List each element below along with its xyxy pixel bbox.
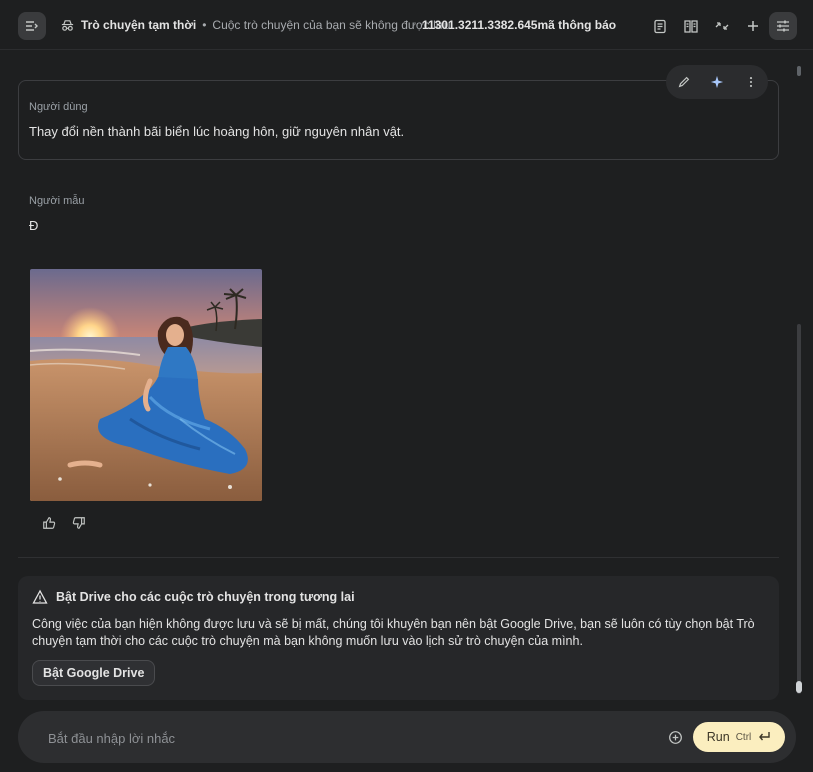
scrollbar-top[interactable] bbox=[797, 66, 801, 76]
sparkle-icon[interactable] bbox=[707, 72, 727, 92]
title-group: Trò chuyện tạm thời • Cuộc trò chuyện củ… bbox=[60, 0, 451, 50]
add-circle-icon[interactable] bbox=[665, 727, 685, 747]
scrollbar-handle[interactable] bbox=[796, 681, 802, 693]
divider bbox=[18, 557, 779, 558]
edit-icon[interactable] bbox=[674, 72, 694, 92]
model-message-text: Đ bbox=[29, 218, 39, 233]
run-button[interactable]: Run Ctrl bbox=[693, 722, 785, 752]
enable-drive-button[interactable]: Bật Google Drive bbox=[32, 660, 156, 686]
title-separator: • bbox=[202, 18, 207, 32]
user-role-label: Người dùng bbox=[29, 101, 88, 113]
token-count: 11301.3211.3382.645mã thông báo bbox=[422, 18, 617, 32]
top-bar: Trò chuyện tạm thời • Cuộc trò chuyện củ… bbox=[0, 0, 813, 50]
book-icon[interactable] bbox=[677, 12, 705, 40]
user-message-card: Người dùng Thay đổi nền thành bãi biển l… bbox=[18, 80, 779, 160]
plus-icon[interactable] bbox=[739, 12, 767, 40]
incognito-icon bbox=[60, 18, 75, 33]
menu-collapse-icon[interactable] bbox=[18, 12, 46, 40]
enter-icon bbox=[757, 731, 771, 743]
clipboard-icon[interactable] bbox=[646, 12, 674, 40]
drive-notice-body: Công việc của bạn hiện không được lưu và… bbox=[32, 617, 755, 648]
thumb-up-icon[interactable] bbox=[40, 514, 58, 532]
generated-image[interactable] bbox=[30, 269, 262, 501]
thumb-down-icon[interactable] bbox=[70, 514, 88, 532]
prompt-bar: Run Ctrl bbox=[18, 711, 796, 765]
page-subtitle: Cuộc trò chuyện của bạn sẽ không được lư… bbox=[212, 18, 451, 32]
drive-notice: Bật Drive cho các cuộc trò chuyện trong … bbox=[18, 576, 779, 700]
prompt-input[interactable] bbox=[46, 711, 610, 765]
model-role-label: Người mẫu bbox=[29, 195, 85, 207]
drive-notice-title: Bật Drive cho các cuộc trò chuyện trong … bbox=[56, 590, 355, 604]
message-toolbar bbox=[666, 65, 768, 99]
warning-icon bbox=[32, 589, 48, 605]
user-message-text: Thay đổi nền thành bãi biển lúc hoàng hô… bbox=[29, 124, 405, 139]
scrollbar-thumb[interactable] bbox=[797, 324, 801, 694]
run-shortcut: Ctrl bbox=[735, 731, 752, 743]
page-title: Trò chuyện tạm thời bbox=[81, 18, 197, 32]
run-label: Run bbox=[706, 730, 730, 744]
compare-icon[interactable] bbox=[708, 12, 736, 40]
tune-icon[interactable] bbox=[769, 12, 797, 40]
more-vert-icon[interactable] bbox=[741, 72, 761, 92]
